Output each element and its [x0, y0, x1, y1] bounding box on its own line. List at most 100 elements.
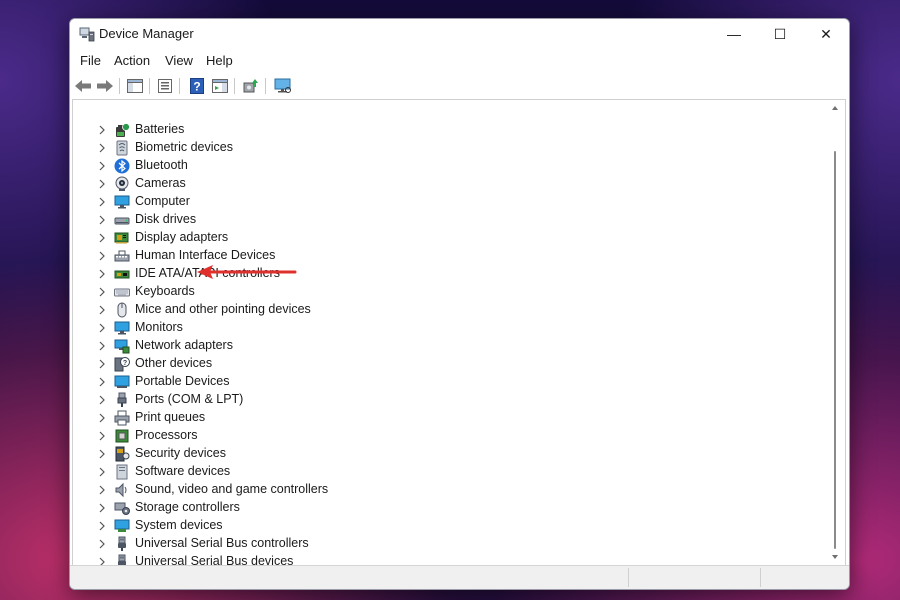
toolbar-separator	[265, 78, 266, 94]
tree-item-label: Processors	[135, 428, 198, 442]
tree-item-label: Display adapters	[135, 230, 229, 244]
tree-item-other-devices[interactable]: ? Other devices	[73, 355, 813, 373]
chevron-right-icon[interactable]	[97, 430, 107, 442]
camera-icon	[114, 176, 130, 192]
chevron-right-icon[interactable]	[97, 502, 107, 514]
tree-item-label: Sound, video and game controllers	[135, 482, 329, 496]
help-icon[interactable]: ?	[187, 76, 207, 96]
title-bar[interactable]: Device Manager — ☐ ✕	[70, 19, 849, 49]
device-tree[interactable]: Batteries Biometric devices Bluetooth Camer…	[72, 99, 846, 567]
chevron-right-icon[interactable]	[97, 124, 107, 136]
scroll-thumb[interactable]	[834, 151, 836, 549]
chevron-right-icon[interactable]	[97, 142, 107, 154]
properties-icon[interactable]	[155, 76, 175, 96]
tree-item-computer[interactable]: Computer	[73, 193, 813, 211]
monitor-icon	[114, 320, 130, 336]
tree-item-sound-video-and-game-controllers[interactable]: Sound, video and game controllers	[73, 481, 813, 499]
tree-item-batteries[interactable]: Batteries	[73, 121, 813, 139]
chevron-right-icon[interactable]	[97, 376, 107, 388]
tree-item-universal-serial-bus-controllers[interactable]: Universal Serial Bus controllers	[73, 535, 813, 553]
chevron-right-icon[interactable]	[97, 232, 107, 244]
chevron-right-icon[interactable]	[97, 394, 107, 406]
annotation-arrow-icon	[197, 265, 297, 279]
ide-controller-icon	[114, 266, 130, 282]
tree-item-system-devices[interactable]: System devices	[73, 517, 813, 535]
tree-item-label: Other devices	[135, 356, 213, 370]
menu-action[interactable]: Action	[114, 53, 150, 68]
tree-item-keyboards[interactable]: Keyboards	[73, 283, 813, 301]
chevron-right-icon[interactable]	[97, 484, 107, 496]
computer-icon	[114, 194, 130, 210]
software-device-icon	[114, 464, 130, 480]
tree-item-ports-com-lpt[interactable]: Ports (COM & LPT)	[73, 391, 813, 409]
chevron-right-icon[interactable]	[97, 520, 107, 532]
scroll-up-arrow-icon[interactable]	[832, 106, 838, 110]
tree-item-label: System devices	[135, 518, 223, 532]
tree-item-label: Portable Devices	[135, 374, 230, 388]
battery-icon	[114, 122, 130, 138]
tree-item-storage-controllers[interactable]: Storage controllers	[73, 499, 813, 517]
toolbar-separator	[234, 78, 235, 94]
device-manager-window: Device Manager — ☐ ✕ File Action View He…	[69, 18, 850, 590]
speaker-icon	[114, 482, 130, 498]
minimize-button[interactable]: —	[711, 19, 757, 49]
tree-item-cameras[interactable]: Cameras	[73, 175, 813, 193]
chevron-right-icon[interactable]	[97, 268, 107, 280]
chevron-right-icon[interactable]	[97, 160, 107, 172]
tree-item-display-adapters[interactable]: Display adapters	[73, 229, 813, 247]
chevron-right-icon[interactable]	[97, 412, 107, 424]
tree-item-network-adapters[interactable]: Network adapters	[73, 337, 813, 355]
tree-item-label: Biometric devices	[135, 140, 233, 154]
tree-item-ide-ata-atapi-controllers[interactable]: IDE ATA/ATAPI controllers	[73, 265, 813, 283]
chevron-right-icon[interactable]	[97, 250, 107, 262]
chevron-right-icon[interactable]	[97, 286, 107, 298]
toolbar-separator	[119, 78, 120, 94]
vertical-scrollbar[interactable]	[828, 100, 842, 566]
menu-view[interactable]: View	[165, 53, 193, 68]
tree-item-label: Print queues	[135, 410, 206, 424]
tree-item-software-devices[interactable]: Software devices	[73, 463, 813, 481]
other-devices-icon: ?	[114, 356, 130, 372]
processor-icon	[114, 428, 130, 444]
usb-icon	[114, 536, 130, 552]
tree-item-security-devices[interactable]: Security devices	[73, 445, 813, 463]
forward-arrow-icon[interactable]	[95, 76, 115, 96]
chevron-right-icon[interactable]	[97, 178, 107, 190]
chevron-right-icon[interactable]	[97, 196, 107, 208]
tree-item-disk-drives[interactable]: Disk drives	[73, 211, 813, 229]
close-button[interactable]: ✕	[803, 19, 849, 49]
status-separator	[760, 568, 761, 587]
chevron-right-icon[interactable]	[97, 466, 107, 478]
show-hide-console-tree-icon[interactable]	[125, 76, 145, 96]
chevron-right-icon[interactable]	[97, 538, 107, 550]
tree-item-human-interface-devices[interactable]: Human Interface Devices	[73, 247, 813, 265]
tree-item-monitors[interactable]: Monitors	[73, 319, 813, 337]
chevron-right-icon[interactable]	[97, 340, 107, 352]
tree-item-label: Software devices	[135, 464, 231, 478]
chevron-right-icon[interactable]	[97, 214, 107, 226]
update-driver-icon[interactable]	[241, 76, 261, 96]
tree-item-label: Human Interface Devices	[135, 248, 276, 262]
device-manager-app-icon	[79, 26, 95, 42]
display-adapter-icon	[114, 230, 130, 246]
chevron-right-icon[interactable]	[97, 448, 107, 460]
tree-item-mice-and-other-pointing-devices[interactable]: Mice and other pointing devices	[73, 301, 813, 319]
tree-item-biometric-devices[interactable]: Biometric devices	[73, 139, 813, 157]
tree-item-portable-devices[interactable]: Portable Devices	[73, 373, 813, 391]
back-arrow-icon[interactable]	[73, 76, 93, 96]
storage-controller-icon	[114, 500, 130, 516]
disk-drive-icon	[114, 212, 130, 228]
maximize-button[interactable]: ☐	[757, 19, 803, 49]
tree-item-bluetooth[interactable]: Bluetooth	[73, 157, 813, 175]
menu-help[interactable]: Help	[206, 53, 233, 68]
chevron-right-icon[interactable]	[97, 358, 107, 370]
chevron-right-icon[interactable]	[97, 304, 107, 316]
menu-file[interactable]: File	[80, 53, 101, 68]
tree-item-processors[interactable]: Processors	[73, 427, 813, 445]
tree-item-print-queues[interactable]: Print queues	[73, 409, 813, 427]
action-pane-icon[interactable]	[210, 76, 230, 96]
chevron-right-icon[interactable]	[97, 322, 107, 334]
scan-hardware-monitor-icon[interactable]	[273, 76, 293, 96]
security-device-icon	[114, 446, 130, 462]
scroll-down-arrow-icon[interactable]	[832, 555, 838, 559]
